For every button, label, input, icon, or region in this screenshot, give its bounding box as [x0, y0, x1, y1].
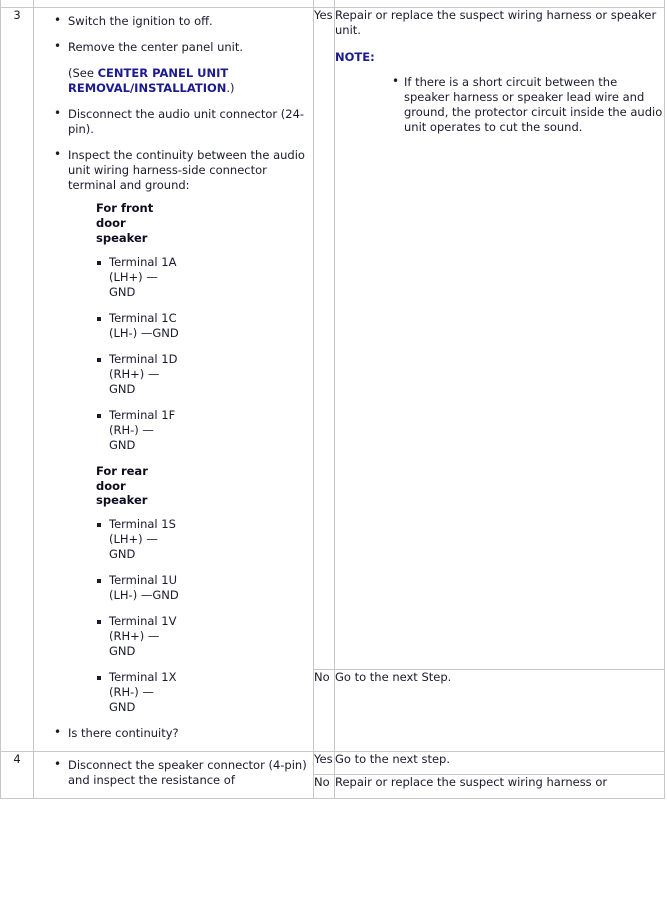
action-text: Repair or replace the suspect wiring har… — [335, 8, 657, 37]
action-cell-yes: Repair or replace the suspect wiring har… — [334, 6, 665, 671]
step-number-cell: 4 — [0, 750, 34, 799]
answer-no-label: No — [313, 669, 335, 752]
inspection-cell: Disconnect the speaker connector (4-pin)… — [33, 750, 314, 799]
group-heading-rear-door-speaker: For rear door speaker — [96, 463, 148, 508]
terminal-item: Terminal 1D (RH+) —GND — [96, 352, 179, 397]
terminal-item: Terminal 1V (RH+) —GND — [96, 614, 179, 659]
terminal-item: Terminal 1X (RH-) —GND — [96, 670, 179, 715]
action-cell-no: Go to the next Step. — [334, 669, 665, 752]
action-text: Repair or replace the suspect wiring har… — [335, 775, 608, 790]
terminal-item: Terminal 1U (LH-) —GND — [96, 573, 179, 603]
group-heading-front-door-speaker: For front door speaker — [96, 201, 154, 246]
table-row-step-4-yes: 4 Disconnect the speaker connector (4-pi… — [0, 750, 665, 799]
step-number-cell: 3 — [0, 7, 34, 752]
note-label: NOTE: — [335, 49, 375, 64]
inspection-list: Switch the ignition to off. Remove the c… — [38, 13, 309, 193]
action-cell-no: Repair or replace the suspect wiring har… — [334, 774, 665, 799]
terminal-item: Terminal 1F (RH-) —GND — [96, 408, 179, 453]
terminal-list-front: Terminal 1A (LH+) —GND Terminal 1C (LH-)… — [38, 255, 309, 452]
reference-prefix: (See — [68, 65, 98, 80]
inspection-question: Is there continuity? — [52, 725, 309, 741]
partial-cell-answer — [313, 0, 335, 8]
table-row-step-3-yes: 3 Switch the ignition to off. Remove the… — [0, 6, 665, 752]
reference-suffix: .) — [226, 80, 235, 95]
partial-cell-step — [0, 0, 34, 8]
troubleshooting-page: 3 Switch the ignition to off. Remove the… — [0, 0, 667, 923]
inspection-list: Disconnect the speaker connector (4-pin)… — [38, 757, 309, 788]
action-text: Go to the next Step. — [335, 670, 452, 685]
troubleshooting-table: 3 Switch the ignition to off. Remove the… — [0, 0, 665, 799]
list-item: Disconnect the speaker connector (4-pin)… — [52, 757, 309, 788]
list-item: Switch the ignition to off. — [52, 13, 309, 29]
inspection-question-list: Is there continuity? — [38, 725, 309, 741]
terminal-item: Terminal 1A (LH+) —GND — [96, 255, 179, 300]
terminal-list-rear: Terminal 1S (LH+) —GND Terminal 1U (LH-)… — [38, 517, 309, 714]
partial-cell-action — [334, 0, 665, 8]
action-cell-yes: Go to the next step. — [334, 750, 665, 776]
list-item: Inspect the continuity between the audio… — [52, 147, 309, 193]
answer-no-label: No — [313, 774, 335, 799]
inspection-cell: Switch the ignition to off. Remove the c… — [33, 7, 314, 752]
answer-yes-label: Yes — [313, 750, 335, 776]
list-item: Remove the center panel unit. — [52, 39, 309, 55]
reference-item: (See CENTER PANEL UNIT REMOVAL/INSTALLAT… — [52, 66, 309, 96]
note-list: If there is a short circuit between the … — [335, 74, 664, 135]
answer-yes-label: Yes — [313, 6, 335, 671]
partial-cell-inspection — [33, 0, 314, 8]
table-row-partial-above — [0, 0, 665, 8]
terminal-item: Terminal 1S (LH+) —GND — [96, 517, 179, 562]
list-item: Disconnect the audio unit connector (24-… — [52, 106, 309, 137]
terminal-item: Terminal 1C (LH-) —GND — [96, 311, 179, 341]
action-text: Go to the next step. — [335, 751, 450, 766]
note-item: If there is a short circuit between the … — [390, 74, 664, 135]
